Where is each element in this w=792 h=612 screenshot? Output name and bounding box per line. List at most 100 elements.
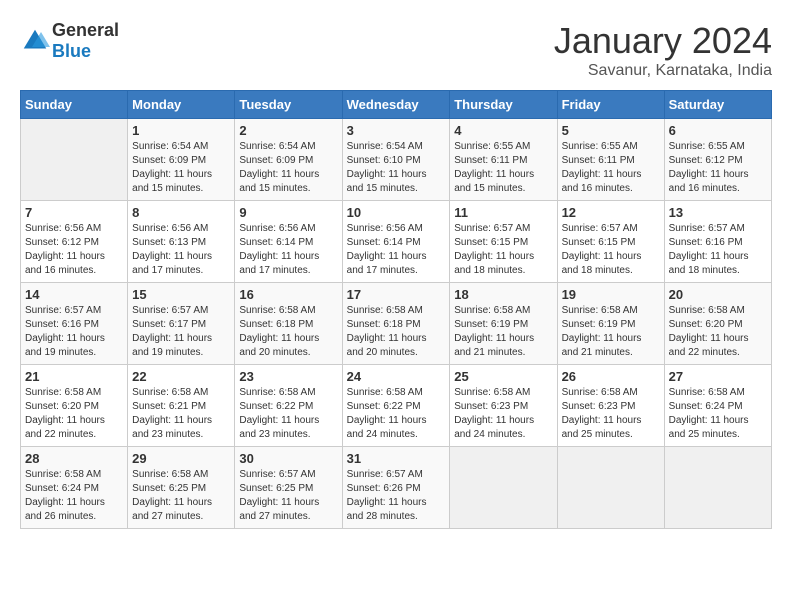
header-day-monday: Monday: [128, 91, 235, 119]
day-info: Sunrise: 6:55 AMSunset: 6:11 PMDaylight:…: [562, 140, 660, 196]
calendar-table: SundayMondayTuesdayWednesdayThursdayFrid…: [20, 90, 772, 529]
calendar-header: SundayMondayTuesdayWednesdayThursdayFrid…: [21, 91, 772, 119]
day-info: Sunrise: 6:55 AMSunset: 6:11 PMDaylight:…: [454, 140, 552, 196]
day-number: 7: [25, 205, 123, 220]
day-info: Sunrise: 6:57 AMSunset: 6:16 PMDaylight:…: [669, 222, 767, 278]
location-title: Savanur, Karnataka, India: [554, 62, 772, 80]
day-number: 29: [132, 451, 230, 466]
day-number: 9: [239, 205, 337, 220]
calendar-cell: 30 Sunrise: 6:57 AMSunset: 6:25 PMDayligh…: [235, 447, 342, 529]
day-number: 16: [239, 287, 337, 302]
calendar-cell: [664, 447, 771, 529]
day-number: 12: [562, 205, 660, 220]
day-number: 28: [25, 451, 123, 466]
day-info: Sunrise: 6:56 AMSunset: 6:13 PMDaylight:…: [132, 222, 230, 278]
calendar-cell: 3Sunrise: 6:54 AMSunset: 6:10 PMDaylight…: [342, 119, 450, 201]
day-info: Sunrise: 6:55 AMSunset: 6:12 PMDaylight:…: [669, 140, 767, 196]
day-info: Sunrise: 6:57 AMSunset: 6:17 PMDaylight:…: [132, 304, 230, 360]
day-info: Sunrise: 6:57 AMSunset: 6:25 PMDaylight:…: [239, 468, 337, 524]
day-info: Sunrise: 6:58 AMSunset: 6:19 PMDaylight:…: [562, 304, 660, 360]
day-info: Sunrise: 6:57 AMSunset: 6:16 PMDaylight:…: [25, 304, 123, 360]
day-info: Sunrise: 6:58 AMSunset: 6:18 PMDaylight:…: [239, 304, 337, 360]
calendar-cell: 25Sunrise: 6:58 AMSunset: 6:23 PMDayligh…: [450, 365, 557, 447]
calendar-cell: 2 Sunrise: 6:54 AMSunset: 6:09 PMDaylight…: [235, 119, 342, 201]
calendar-cell: 15Sunrise: 6:57 AMSunset: 6:17 PMDayligh…: [128, 283, 235, 365]
calendar-cell: [450, 447, 557, 529]
day-number: 6: [669, 123, 767, 138]
day-number: 21: [25, 369, 123, 384]
calendar-cell: 16 Sunrise: 6:58 AMSunset: 6:18 PMDayligh…: [235, 283, 342, 365]
day-info: Sunrise: 6:58 AMSunset: 6:22 PMDaylight:…: [347, 386, 446, 442]
day-number: 26: [562, 369, 660, 384]
day-info: Sunrise: 6:58 AMSunset: 6:23 PMDaylight:…: [562, 386, 660, 442]
header-day-friday: Friday: [557, 91, 664, 119]
day-info: Sunrise: 6:54 AMSunset: 6:09 PMDaylight:…: [132, 140, 230, 196]
day-info: Sunrise: 6:54 AMSunset: 6:09 PMDaylight:…: [239, 140, 337, 196]
calendar-cell: 26 Sunrise: 6:58 AMSunset: 6:23 PMDayligh…: [557, 365, 664, 447]
day-info: Sunrise: 6:58 AMSunset: 6:25 PMDaylight:…: [132, 468, 230, 524]
day-info: Sunrise: 6:56 AMSunset: 6:12 PMDaylight:…: [25, 222, 123, 278]
calendar-cell: 17 Sunrise: 6:58 AMSunset: 6:18 PMDayligh…: [342, 283, 450, 365]
header-day-sunday: Sunday: [21, 91, 128, 119]
calendar-cell: [21, 119, 128, 201]
day-number: 11: [454, 205, 552, 220]
day-info: Sunrise: 6:58 AMSunset: 6:24 PMDaylight:…: [25, 468, 123, 524]
day-info: Sunrise: 6:58 AMSunset: 6:24 PMDaylight:…: [669, 386, 767, 442]
day-number: 25: [454, 369, 552, 384]
calendar-cell: 19 Sunrise: 6:58 AMSunset: 6:19 PMDayligh…: [557, 283, 664, 365]
calendar-cell: 20Sunrise: 6:58 AMSunset: 6:20 PMDayligh…: [664, 283, 771, 365]
logo-text-blue: Blue: [52, 41, 91, 61]
day-number: 30: [239, 451, 337, 466]
calendar-week-2: 7 Sunrise: 6:56 AMSunset: 6:12 PMDaylight…: [21, 201, 772, 283]
calendar-cell: 27 Sunrise: 6:58 AMSunset: 6:24 PMDayligh…: [664, 365, 771, 447]
day-number: 4: [454, 123, 552, 138]
calendar-cell: 10 Sunrise: 6:56 AMSunset: 6:14 PMDayligh…: [342, 201, 450, 283]
calendar-cell: 11Sunrise: 6:57 AMSunset: 6:15 PMDayligh…: [450, 201, 557, 283]
calendar-cell: 6 Sunrise: 6:55 AMSunset: 6:12 PMDaylight…: [664, 119, 771, 201]
calendar-cell: 1Sunrise: 6:54 AMSunset: 6:09 PMDaylight…: [128, 119, 235, 201]
calendar-week-1: 1Sunrise: 6:54 AMSunset: 6:09 PMDaylight…: [21, 119, 772, 201]
header-day-saturday: Saturday: [664, 91, 771, 119]
day-info: Sunrise: 6:58 AMSunset: 6:20 PMDaylight:…: [669, 304, 767, 360]
calendar-cell: 13 Sunrise: 6:57 AMSunset: 6:16 PMDayligh…: [664, 201, 771, 283]
calendar-cell: 7 Sunrise: 6:56 AMSunset: 6:12 PMDaylight…: [21, 201, 128, 283]
title-area: January 2024 Savanur, Karnataka, India: [554, 20, 772, 80]
calendar-week-3: 14 Sunrise: 6:57 AMSunset: 6:16 PMDayligh…: [21, 283, 772, 365]
day-info: Sunrise: 6:57 AMSunset: 6:26 PMDaylight:…: [347, 468, 446, 524]
calendar-cell: 23 Sunrise: 6:58 AMSunset: 6:22 PMDayligh…: [235, 365, 342, 447]
day-number: 22: [132, 369, 230, 384]
day-number: 5: [562, 123, 660, 138]
day-number: 13: [669, 205, 767, 220]
logo: General Blue: [20, 20, 119, 62]
day-info: Sunrise: 6:54 AMSunset: 6:10 PMDaylight:…: [347, 140, 446, 196]
calendar-cell: 5 Sunrise: 6:55 AMSunset: 6:11 PMDaylight…: [557, 119, 664, 201]
calendar-cell: 28 Sunrise: 6:58 AMSunset: 6:24 PMDayligh…: [21, 447, 128, 529]
day-number: 10: [347, 205, 446, 220]
calendar-cell: 18Sunrise: 6:58 AMSunset: 6:19 PMDayligh…: [450, 283, 557, 365]
calendar-cell: 14 Sunrise: 6:57 AMSunset: 6:16 PMDayligh…: [21, 283, 128, 365]
month-title: January 2024: [554, 20, 772, 62]
header-area: General Blue January 2024 Savanur, Karna…: [20, 20, 772, 80]
calendar-cell: 22Sunrise: 6:58 AMSunset: 6:21 PMDayligh…: [128, 365, 235, 447]
calendar-cell: [557, 447, 664, 529]
logo-text-general: General: [52, 20, 119, 40]
day-number: 2: [239, 123, 337, 138]
day-number: 27: [669, 369, 767, 384]
calendar-week-5: 28 Sunrise: 6:58 AMSunset: 6:24 PMDayligh…: [21, 447, 772, 529]
day-number: 17: [347, 287, 446, 302]
calendar-cell: 4 Sunrise: 6:55 AMSunset: 6:11 PMDaylight…: [450, 119, 557, 201]
calendar-cell: 24Sunrise: 6:58 AMSunset: 6:22 PMDayligh…: [342, 365, 450, 447]
header-day-tuesday: Tuesday: [235, 91, 342, 119]
day-info: Sunrise: 6:58 AMSunset: 6:22 PMDaylight:…: [239, 386, 337, 442]
day-number: 31: [347, 451, 446, 466]
day-info: Sunrise: 6:58 AMSunset: 6:19 PMDaylight:…: [454, 304, 552, 360]
day-number: 19: [562, 287, 660, 302]
day-number: 23: [239, 369, 337, 384]
logo-icon: [20, 26, 50, 56]
day-info: Sunrise: 6:58 AMSunset: 6:18 PMDaylight:…: [347, 304, 446, 360]
day-info: Sunrise: 6:56 AMSunset: 6:14 PMDaylight:…: [347, 222, 446, 278]
day-number: 8: [132, 205, 230, 220]
calendar-cell: 21Sunrise: 6:58 AMSunset: 6:20 PMDayligh…: [21, 365, 128, 447]
day-number: 14: [25, 287, 123, 302]
calendar-cell: 29 Sunrise: 6:58 AMSunset: 6:25 PMDayligh…: [128, 447, 235, 529]
